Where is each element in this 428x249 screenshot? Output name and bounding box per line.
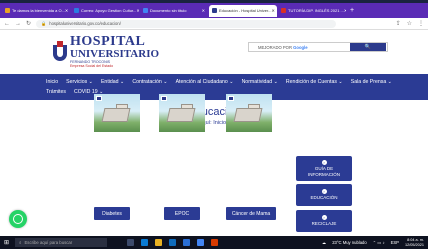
close-icon[interactable]: ✕ bbox=[65, 8, 68, 13]
taskbar-search[interactable]: ⌕ Escribe aquí para buscar bbox=[15, 238, 108, 247]
tab-favicon-icon bbox=[143, 8, 148, 13]
menu-dots-icon[interactable]: ⋮ bbox=[418, 20, 424, 27]
lock-icon: 🔒 bbox=[41, 20, 47, 26]
logo-tagline: Empresa Social del Estado bbox=[70, 64, 114, 68]
nav-menu-item[interactable]: Normatividad ⌄ bbox=[242, 79, 278, 85]
mail-icon[interactable] bbox=[183, 239, 191, 246]
store-icon[interactable] bbox=[169, 239, 177, 246]
tab-label: Correo: Apoyo Gestion Cultur... bbox=[81, 8, 137, 13]
browser-toolbar: ← → ↻ 🔒 hospitaluniversitario.gov.co/educ… bbox=[0, 18, 428, 30]
star-icon[interactable]: ☆ bbox=[407, 20, 412, 27]
nav-menu-item[interactable]: Trámites bbox=[46, 89, 66, 95]
browser-tab-active[interactable]: Educación - Hospital Univer... ✕ bbox=[209, 4, 277, 17]
site-search[interactable]: MEJORADO POR Google 🔍 bbox=[248, 42, 388, 52]
education-card-thumbnail[interactable] bbox=[226, 94, 272, 132]
new-tab-button[interactable]: + bbox=[350, 7, 354, 14]
page-title: Educación bbox=[188, 106, 240, 118]
browser-tab-bar: Te damos la bienvenida a O... ✕ Correo: A… bbox=[0, 3, 428, 18]
search-icon: ⌕ bbox=[19, 240, 22, 245]
education-icon: › bbox=[321, 188, 327, 195]
tab-label: TUTORÍA DIP. INGLÉS 2021 ... bbox=[288, 8, 344, 13]
close-icon[interactable]: ✕ bbox=[202, 8, 205, 13]
nav-menu-item[interactable]: Rendición de Cuentas ⌄ bbox=[286, 79, 343, 85]
browser-tab[interactable]: Te damos la bienvenida a O... ✕ bbox=[2, 5, 70, 17]
nav-menu-item[interactable]: Contratación ⌄ bbox=[132, 79, 167, 85]
guia-informacion-button[interactable]: › GUÍA DE INFORMACIÓN bbox=[296, 156, 352, 181]
reciclaje-button[interactable]: › RECICLAJE bbox=[296, 210, 352, 232]
tab-favicon-icon bbox=[74, 8, 79, 13]
browser-tab[interactable]: TUTORÍA DIP. INGLÉS 2021 ... ✕ bbox=[278, 5, 346, 17]
clock[interactable]: 8:04 a. m. 12/05/2021 bbox=[405, 238, 424, 246]
tab-favicon-icon bbox=[281, 8, 286, 13]
search-icon: 🔍 bbox=[364, 44, 372, 50]
edge-icon[interactable] bbox=[141, 239, 149, 246]
info-icon: › bbox=[321, 159, 327, 166]
screen: Te damos la bienvenida a O... ✕ Correo: A… bbox=[0, 0, 428, 249]
powerpoint-icon[interactable] bbox=[211, 239, 219, 246]
tab-label: Documento sin título bbox=[150, 8, 187, 13]
nav-menu-item[interactable]: Entidad ⌄ bbox=[101, 79, 124, 85]
nav-menu-item[interactable]: Sala de Prensa ⌄ bbox=[351, 79, 392, 85]
tray-icons[interactable]: ⌃ ▭ ♪ bbox=[373, 240, 385, 245]
windows-taskbar: ⊞ ⌕ Escribe aquí para buscar ☁ 23°C Muy n… bbox=[0, 236, 428, 249]
breadcrumb: Usted esta aquí: Inicio / Educación bbox=[171, 120, 257, 126]
browser-tab[interactable]: Correo: Apoyo Gestion Cultur... ✕ bbox=[71, 5, 139, 17]
back-icon[interactable]: ← bbox=[4, 21, 10, 27]
task-view-icon[interactable] bbox=[127, 239, 135, 246]
browser-tab[interactable]: Documento sin título ✕ bbox=[140, 5, 208, 17]
tab-label: Te damos la bienvenida a O... bbox=[12, 8, 65, 13]
windows-start-icon[interactable]: ⊞ bbox=[4, 239, 9, 246]
nav-menu-item[interactable]: Servicios ⌄ bbox=[66, 79, 93, 85]
education-card-thumbnail[interactable] bbox=[94, 94, 140, 132]
chrome-icon[interactable] bbox=[197, 239, 205, 246]
diabetes-button[interactable]: Diabetes bbox=[94, 207, 130, 220]
whatsapp-icon bbox=[13, 214, 23, 224]
forward-icon[interactable]: → bbox=[15, 21, 21, 27]
web-page: HOSPITAL UNIVERSITARIO FERNANDO TROCONIS… bbox=[0, 30, 428, 236]
close-icon[interactable]: ✕ bbox=[136, 8, 139, 13]
education-card-thumbnail[interactable] bbox=[159, 94, 205, 132]
tab-favicon-icon bbox=[5, 8, 10, 13]
weather-icon[interactable]: ☁ bbox=[322, 240, 326, 245]
weather-text[interactable]: 23°C Muy nublado bbox=[332, 240, 367, 245]
nav-menu-item[interactable]: Inicio bbox=[46, 79, 58, 85]
main-content: Educación Usted esta aquí: Inicio / Educ… bbox=[0, 100, 428, 236]
close-icon[interactable]: ✕ bbox=[271, 8, 274, 13]
address-bar[interactable]: 🔒 hospitaluniversitario.gov.co/educacion/ bbox=[36, 19, 337, 28]
educacion-button[interactable]: › EDUCACIÓN bbox=[296, 184, 352, 206]
main-navigation: Inicio Servicios ⌄ Entidad ⌄ Contratación ⌄… bbox=[0, 74, 428, 100]
close-icon[interactable]: ✕ bbox=[344, 8, 346, 13]
site-logo[interactable]: HOSPITAL UNIVERSITARIO FERNANDO TROCONIS… bbox=[52, 35, 159, 68]
logo-text: HOSPITAL bbox=[70, 34, 146, 50]
file-explorer-icon[interactable] bbox=[155, 239, 163, 246]
share-icon[interactable]: ⇪ bbox=[396, 20, 401, 27]
hospital-logo-icon bbox=[52, 41, 68, 63]
search-input[interactable]: MEJORADO POR Google bbox=[249, 45, 350, 50]
whatsapp-button[interactable] bbox=[9, 210, 27, 228]
url-text: hospitaluniversitario.gov.co/educacion/ bbox=[49, 21, 121, 26]
logo-text: UNIVERSITARIO bbox=[70, 48, 160, 61]
search-button[interactable]: 🔍 bbox=[350, 43, 386, 51]
tab-favicon-icon bbox=[212, 8, 217, 13]
epoc-button[interactable]: EPOC bbox=[164, 207, 200, 220]
cancer-de-mama-button[interactable]: Cáncer de Mama bbox=[226, 207, 276, 220]
language-indicator[interactable]: ESP bbox=[391, 240, 399, 245]
recycle-icon: › bbox=[321, 214, 327, 221]
tab-label: Educación - Hospital Univer... bbox=[219, 8, 272, 13]
nav-menu-item[interactable]: Atención al Ciudadano ⌄ bbox=[176, 79, 234, 85]
reload-icon[interactable]: ↻ bbox=[26, 20, 31, 27]
site-header: HOSPITAL UNIVERSITARIO FERNANDO TROCONIS… bbox=[0, 30, 428, 74]
